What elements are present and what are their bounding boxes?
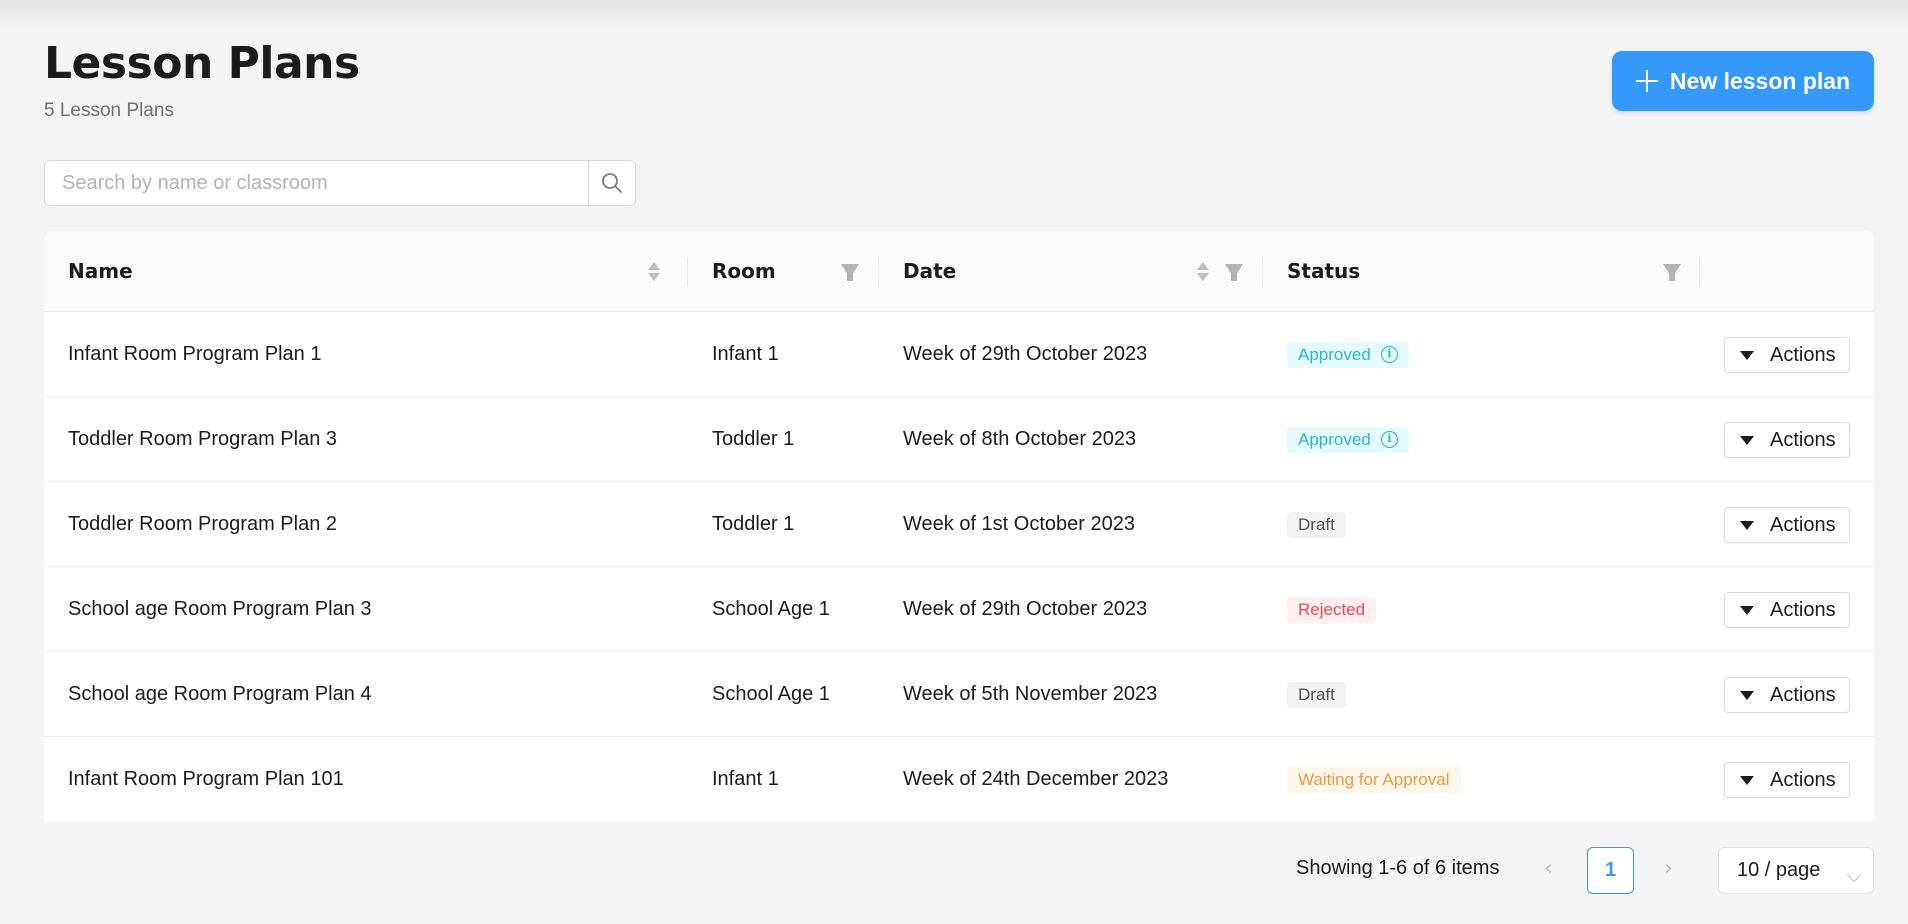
cell-date: Week of 8th October 2023 — [903, 428, 1137, 450]
cell-status: Approved i — [1287, 312, 1409, 397]
search-bar — [44, 160, 636, 206]
actions-button[interactable]: Actions — [1724, 592, 1850, 628]
search-icon — [602, 173, 622, 193]
cell-room: Infant 1 — [712, 343, 779, 365]
column-divider — [878, 257, 879, 287]
cell-room: Toddler 1 — [712, 428, 795, 450]
filter-icon[interactable] — [1225, 264, 1243, 281]
cell-status: Draft — [1287, 652, 1346, 737]
status-label: Waiting for Approval — [1298, 769, 1450, 789]
status-label: Rejected — [1298, 599, 1366, 619]
cell-date: Week of 5th November 2023 — [903, 683, 1158, 705]
column-header-room: Room — [712, 259, 776, 283]
caret-down-icon — [1740, 520, 1754, 530]
status-label: Draft — [1298, 514, 1335, 534]
cell-date: Week of 29th October 2023 — [903, 343, 1148, 365]
status-badge: Draft — [1287, 511, 1346, 538]
column-header-name[interactable]: Name — [68, 231, 133, 311]
actions-label: Actions — [1770, 343, 1836, 366]
page-size-value: 10 / page — [1737, 859, 1821, 881]
caret-down-icon — [1740, 605, 1754, 615]
cell-name: School age Room Program Plan 3 — [68, 598, 372, 620]
page-size-select[interactable]: 10 / page — [1718, 847, 1874, 894]
cell-status: Waiting for Approval — [1287, 737, 1461, 822]
new-lesson-plan-label: New lesson plan — [1669, 67, 1851, 94]
cell-date: Week of 24th December 2023 — [903, 768, 1169, 790]
cell-name: School age Room Program Plan 4 — [68, 683, 372, 705]
cell-name: Toddler Room Program Plan 3 — [68, 428, 338, 450]
page-subtitle: 5 Lesson Plans — [44, 100, 174, 121]
prev-page-button[interactable]: ‹ — [1544, 856, 1553, 881]
column-divider — [1262, 257, 1263, 287]
plus-icon — [1635, 70, 1658, 92]
actions-label: Actions — [1770, 513, 1836, 536]
page-1-button[interactable]: 1 — [1587, 847, 1634, 894]
filter-icon[interactable] — [841, 264, 859, 281]
cell-room: Toddler 1 — [712, 513, 795, 535]
caret-down-icon — [1740, 350, 1754, 360]
actions-label: Actions — [1770, 598, 1836, 621]
sort-icon[interactable] — [1197, 262, 1209, 282]
filter-icon[interactable] — [1663, 264, 1681, 281]
page-title: Lesson Plans — [44, 38, 360, 89]
table-body: Infant Room Program Plan 1 Infant 1 Week o… — [44, 312, 1874, 822]
cell-date: Week of 29th October 2023 — [903, 598, 1148, 620]
table-row: Toddler Room Program Plan 2 Toddler 1 Week… — [44, 482, 1874, 567]
sort-icon[interactable] — [648, 262, 660, 282]
info-icon[interactable]: i — [1380, 431, 1398, 448]
top-shadow — [0, 0, 1908, 30]
status-label: Approved — [1298, 429, 1371, 449]
table-header: Name Room Date Status — [44, 231, 1874, 312]
cell-room: School Age 1 — [712, 598, 830, 620]
info-icon[interactable]: i — [1380, 346, 1398, 363]
table-row: School age Room Program Plan 4 School Age… — [44, 652, 1874, 737]
lesson-plans-table: Name Room Date Status Infant Room Progra… — [44, 231, 1874, 822]
search-input[interactable] — [44, 160, 588, 206]
status-badge: Waiting for Approval — [1287, 766, 1461, 793]
column-header-status: Status — [1287, 259, 1361, 283]
cell-date: Week of 1st October 2023 — [903, 513, 1135, 535]
cell-name: Infant Room Program Plan 101 — [68, 768, 344, 790]
actions-label: Actions — [1770, 768, 1836, 791]
status-label: Draft — [1298, 684, 1335, 704]
table-row: Toddler Room Program Plan 3 Toddler 1 Week… — [44, 397, 1874, 482]
actions-label: Actions — [1770, 683, 1836, 706]
chevron-down-icon — [1846, 867, 1862, 883]
actions-button[interactable]: Actions — [1724, 677, 1850, 713]
status-label: Approved — [1298, 344, 1371, 364]
cell-name: Infant Room Program Plan 1 — [68, 343, 322, 365]
column-divider — [687, 257, 688, 287]
actions-button[interactable]: Actions — [1724, 507, 1850, 543]
cell-name: Toddler Room Program Plan 2 — [68, 513, 338, 535]
cell-status: Rejected — [1287, 567, 1377, 652]
actions-button[interactable]: Actions — [1724, 422, 1850, 458]
status-badge: Approved i — [1287, 426, 1409, 453]
table-row: Infant Room Program Plan 1 Infant 1 Week o… — [44, 312, 1874, 397]
actions-label: Actions — [1770, 428, 1836, 451]
status-badge: Approved i — [1287, 341, 1409, 368]
table-row: School age Room Program Plan 3 School Age… — [44, 567, 1874, 652]
caret-down-icon — [1740, 775, 1754, 785]
cell-room: School Age 1 — [712, 683, 830, 705]
cell-status: Draft — [1287, 482, 1346, 567]
search-button[interactable] — [588, 160, 636, 206]
pagination-summary: Showing 1-6 of 6 items — [1296, 857, 1500, 879]
status-badge: Draft — [1287, 681, 1346, 708]
cell-room: Infant 1 — [712, 768, 779, 790]
status-badge: Rejected — [1287, 596, 1377, 623]
caret-down-icon — [1740, 435, 1754, 445]
actions-button[interactable]: Actions — [1724, 337, 1850, 373]
actions-button[interactable]: Actions — [1724, 762, 1850, 798]
cell-status: Approved i — [1287, 397, 1409, 482]
next-page-button[interactable]: › — [1664, 856, 1673, 881]
column-divider — [1699, 257, 1700, 287]
column-header-date[interactable]: Date — [903, 231, 956, 311]
new-lesson-plan-button[interactable]: New lesson plan — [1612, 51, 1874, 111]
table-row: Infant Room Program Plan 101 Infant 1 Week… — [44, 737, 1874, 822]
caret-down-icon — [1740, 690, 1754, 700]
